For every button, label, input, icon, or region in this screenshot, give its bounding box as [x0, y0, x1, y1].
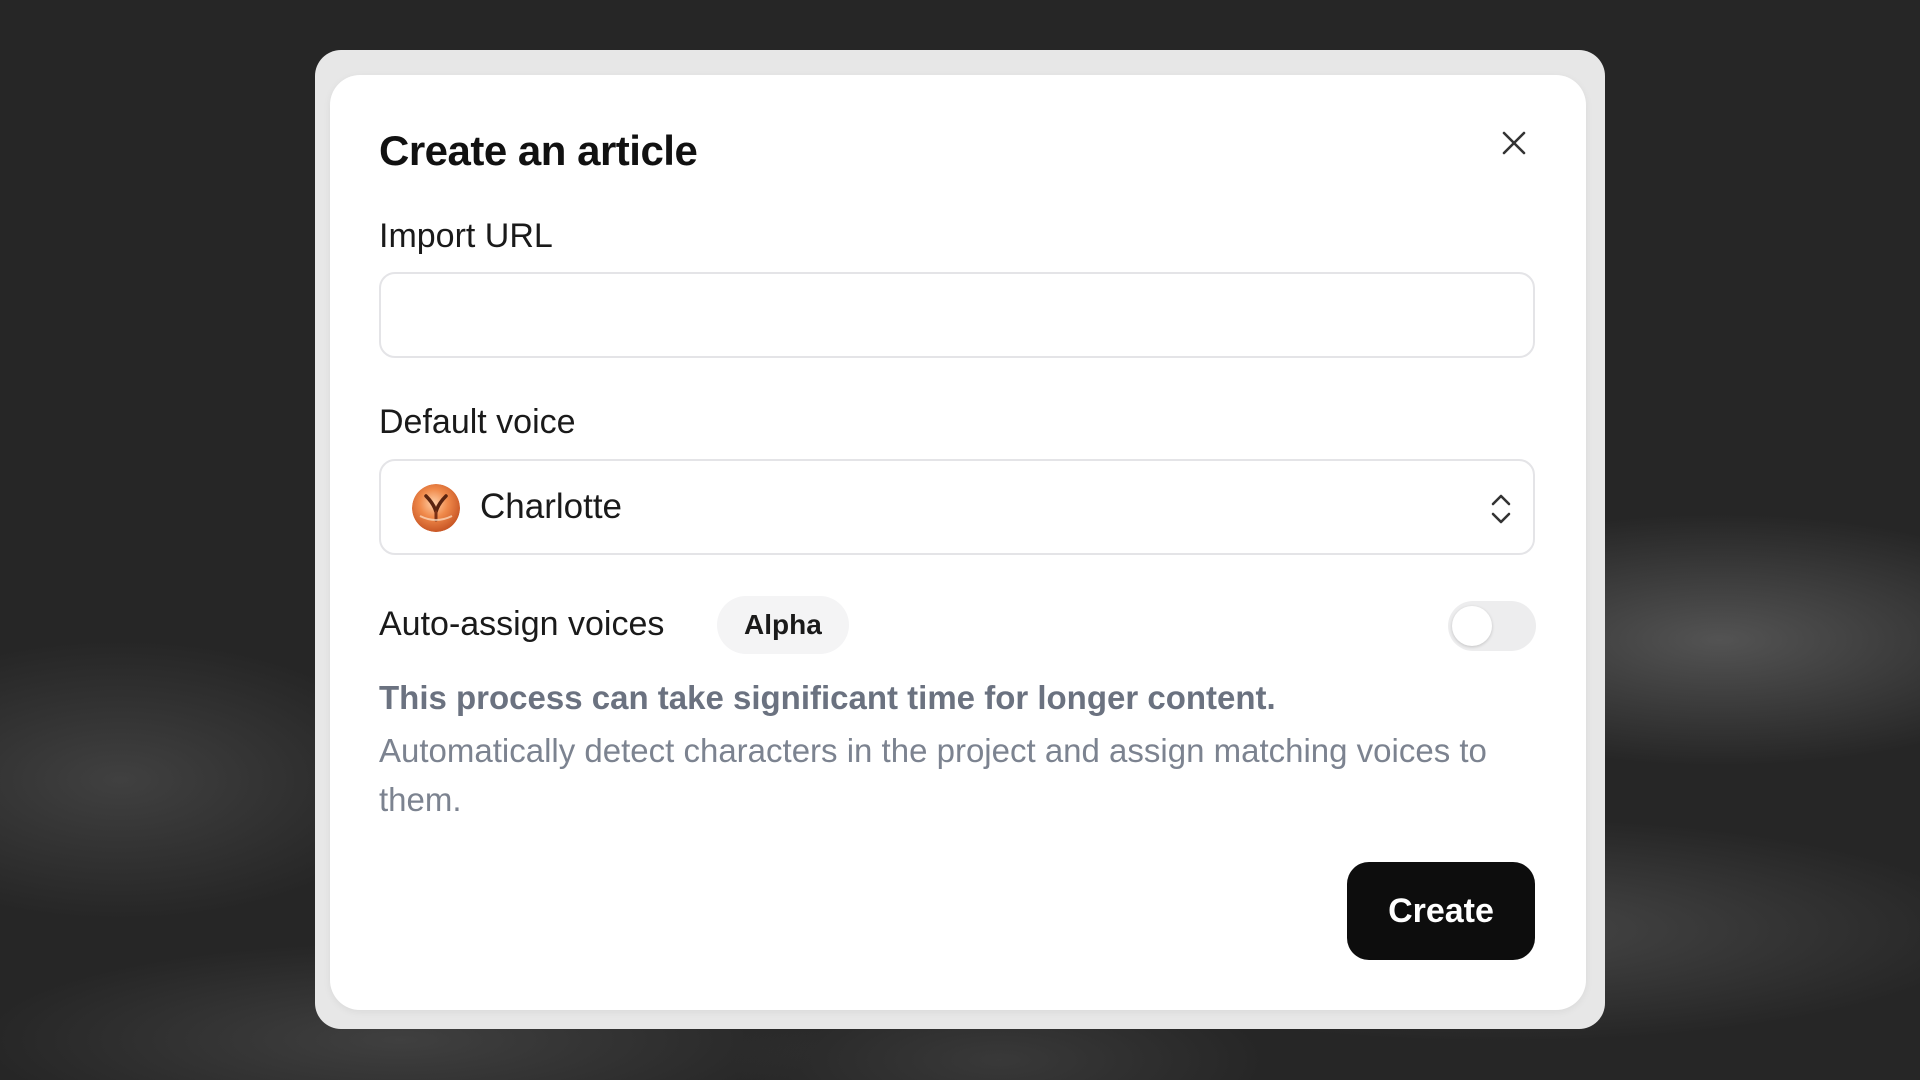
create-button[interactable]: Create	[1347, 862, 1535, 960]
selected-voice-name: Charlotte	[480, 487, 622, 527]
import-url-input[interactable]	[379, 272, 1535, 358]
alpha-badge: Alpha	[717, 596, 849, 654]
default-voice-label: Default voice	[379, 403, 576, 442]
dialog-title: Create an article	[379, 127, 697, 175]
warning-text: This process can take significant time f…	[379, 679, 1539, 717]
description-text: Automatically detect characters in the p…	[379, 726, 1539, 824]
close-button[interactable]	[1494, 123, 1534, 163]
default-voice-select[interactable]: Charlotte	[379, 459, 1535, 555]
voice-avatar	[412, 484, 460, 532]
toggle-knob	[1452, 606, 1492, 646]
auto-assign-label: Auto-assign voices	[379, 605, 664, 644]
chevron-up-down-icon	[1489, 491, 1513, 527]
create-article-dialog: Create an article Import URL Default voi…	[330, 75, 1586, 1010]
close-icon	[1500, 129, 1528, 157]
import-url-label: Import URL	[379, 217, 553, 256]
auto-assign-toggle[interactable]	[1448, 601, 1536, 651]
